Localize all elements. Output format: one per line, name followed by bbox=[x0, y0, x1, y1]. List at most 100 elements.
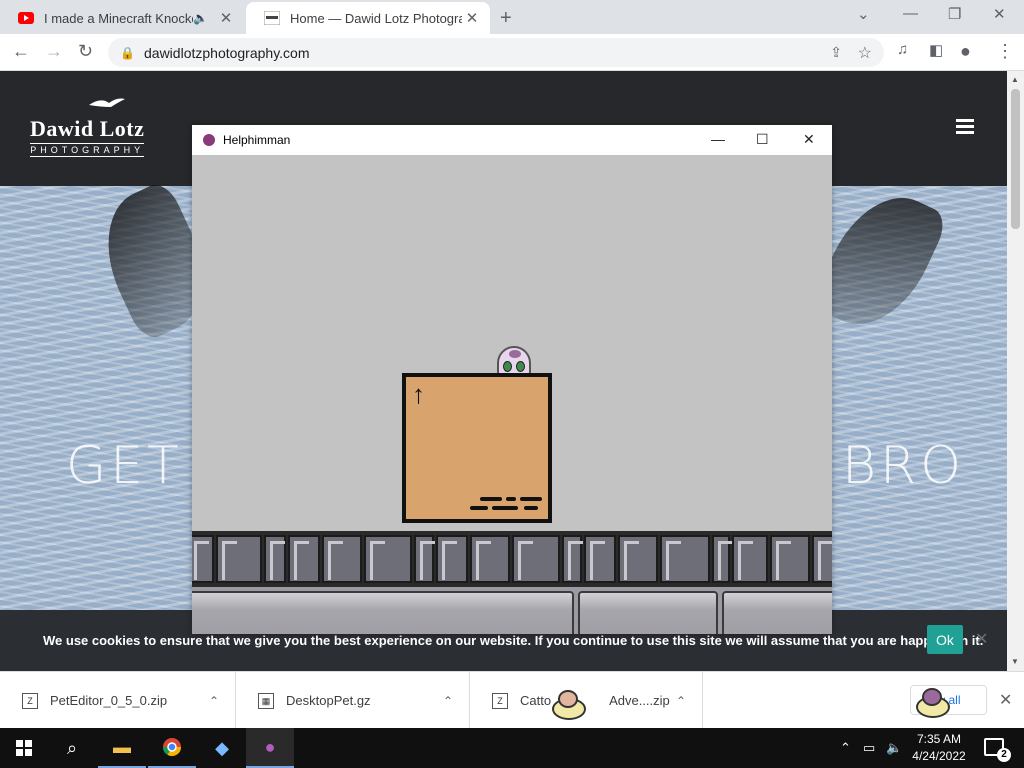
brick bbox=[618, 535, 658, 583]
scrollbar-thumb[interactable] bbox=[1011, 89, 1020, 229]
bird-logo-icon bbox=[70, 95, 144, 116]
game-close-button[interactable]: ✕ bbox=[803, 131, 815, 148]
close-tab-icon[interactable]: ✕ bbox=[462, 9, 482, 27]
floor-slab bbox=[192, 591, 574, 634]
notification-count-badge: 2 bbox=[997, 748, 1011, 762]
pet-character[interactable] bbox=[497, 346, 531, 376]
url-text[interactable]: dawidlotzphotography.com bbox=[144, 45, 310, 61]
side-panel-icon[interactable]: ◧ bbox=[929, 41, 943, 59]
brick bbox=[192, 535, 214, 583]
windows-logo-icon bbox=[16, 740, 32, 756]
box-marking bbox=[506, 497, 516, 501]
brick bbox=[414, 535, 435, 583]
logo-subtitle: PHOTOGRAPHY bbox=[30, 143, 145, 157]
scroll-down-icon[interactable]: ▼ bbox=[1011, 657, 1019, 666]
game-window[interactable]: Helphimman — ☐ ✕ ↑ bbox=[192, 125, 832, 634]
volume-icon[interactable]: 🔈 bbox=[886, 740, 902, 756]
gz-file-icon: ▦ bbox=[258, 692, 274, 709]
site-logo[interactable]: Dawid Lotz PHOTOGRAPHY bbox=[30, 95, 145, 157]
helphimman-taskbar-icon[interactable]: ● bbox=[246, 728, 294, 768]
cardboard-box[interactable]: ↑ bbox=[402, 373, 552, 523]
site-favicon-icon bbox=[264, 10, 280, 26]
speaker-icon[interactable]: 🔈 bbox=[193, 11, 208, 25]
download-filename-end: Adve....zip bbox=[609, 693, 670, 708]
chrome-icon[interactable] bbox=[148, 728, 196, 768]
hero-heading-right: BRO bbox=[842, 436, 966, 496]
game-minimize-button[interactable]: — bbox=[711, 131, 725, 147]
download-filename: DesktopPet.gz bbox=[286, 693, 371, 708]
close-downloads-icon[interactable]: ✕ bbox=[999, 690, 1012, 710]
tab-dawid-lotz[interactable]: Home — Dawid Lotz Photography ✕ bbox=[246, 2, 490, 34]
brick bbox=[660, 535, 710, 583]
desktop-pet-sheep[interactable] bbox=[548, 690, 588, 724]
clock-time: 7:35 AM bbox=[916, 732, 962, 746]
minimize-button[interactable]: — bbox=[903, 5, 918, 22]
cookie-ok-button[interactable]: Ok bbox=[927, 625, 963, 654]
brick bbox=[322, 535, 362, 583]
search-icon[interactable]: ⌕ bbox=[48, 728, 96, 768]
youtube-icon bbox=[18, 10, 34, 26]
close-window-button[interactable]: ✕ bbox=[993, 5, 1006, 23]
tab-search-icon[interactable]: ⌄ bbox=[857, 5, 870, 23]
brick bbox=[562, 535, 583, 583]
bookmark-star-icon[interactable]: ☆ bbox=[858, 43, 872, 63]
brick bbox=[470, 535, 510, 583]
game-playfield[interactable]: ↑ bbox=[192, 155, 832, 634]
box-marking bbox=[520, 497, 542, 501]
cookie-message: We use cookies to ensure that we give yo… bbox=[43, 633, 984, 648]
chevron-up-icon[interactable]: ⌃ bbox=[209, 694, 219, 708]
chevron-up-icon[interactable]: ⌃ bbox=[676, 694, 686, 708]
floor-slab bbox=[722, 591, 832, 634]
media-control-icon[interactable]: ♫ bbox=[897, 41, 908, 58]
tab-title: Home — Dawid Lotz Photography bbox=[290, 10, 462, 26]
tab-youtube[interactable]: I made a Minecraft Knockoff 🔈 ✕ bbox=[0, 2, 244, 34]
box-marking bbox=[470, 506, 488, 510]
new-tab-button[interactable]: + bbox=[500, 7, 512, 30]
system-clock[interactable]: 7:35 AM 4/24/2022 bbox=[906, 731, 972, 765]
share-icon[interactable]: ⇪ bbox=[830, 44, 842, 61]
download-item[interactable]: ▦ DesktopPet.gz ⌃ bbox=[236, 672, 470, 729]
brick bbox=[712, 535, 733, 583]
box-marking bbox=[480, 497, 502, 501]
network-icon[interactable]: ▭ bbox=[863, 740, 875, 756]
chevron-up-icon[interactable]: ⌃ bbox=[443, 694, 453, 708]
forward-icon[interactable]: → bbox=[45, 41, 63, 62]
address-bar[interactable]: 🔒 dawidlotzphotography.com ⇪ ☆ bbox=[108, 38, 884, 67]
tab-title: I made a Minecraft Knockoff bbox=[44, 10, 194, 26]
brick bbox=[288, 535, 320, 583]
hamburger-menu-icon[interactable] bbox=[956, 119, 974, 134]
start-button[interactable] bbox=[0, 728, 48, 768]
lock-icon[interactable]: 🔒 bbox=[120, 46, 135, 60]
download-item[interactable]: Z PetEditor_0_5_0.zip ⌃ bbox=[0, 672, 236, 729]
desktop-pet-sheep[interactable] bbox=[912, 688, 952, 722]
page-scrollbar[interactable]: ▲ ▼ bbox=[1007, 71, 1024, 671]
pet-eye-right bbox=[516, 361, 525, 372]
brick bbox=[364, 535, 412, 583]
close-tab-icon[interactable]: ✕ bbox=[216, 9, 236, 27]
game-window-titlebar[interactable]: Helphimman — ☐ ✕ bbox=[192, 125, 832, 155]
pet-spot bbox=[509, 350, 521, 358]
brick bbox=[770, 535, 810, 583]
pet-eye-left bbox=[503, 361, 512, 372]
brick bbox=[584, 535, 616, 583]
file-explorer-icon[interactable]: ▬ bbox=[98, 728, 146, 768]
brick bbox=[216, 535, 262, 583]
game-window-title: Helphimman bbox=[223, 133, 291, 147]
profile-avatar-icon[interactable]: ● bbox=[960, 41, 971, 62]
menu-kebab-icon[interactable]: ⋮ bbox=[996, 41, 1014, 62]
scroll-up-icon[interactable]: ▲ bbox=[1011, 75, 1019, 84]
brick bbox=[812, 535, 832, 583]
reload-icon[interactable]: ↻ bbox=[78, 41, 93, 62]
floor-slab bbox=[578, 591, 718, 634]
zip-file-icon: Z bbox=[492, 692, 508, 709]
paint-app-icon[interactable]: ◆ bbox=[198, 728, 246, 768]
cookie-close-icon[interactable]: ✕ bbox=[975, 629, 988, 649]
brick bbox=[264, 535, 286, 583]
brick bbox=[436, 535, 468, 583]
show-hidden-icons-icon[interactable]: ⌃ bbox=[840, 740, 851, 756]
restore-button[interactable]: ❐ bbox=[948, 5, 961, 23]
notification-center-icon[interactable]: 2 bbox=[984, 738, 1011, 762]
game-maximize-button[interactable]: ☐ bbox=[756, 131, 769, 148]
back-icon[interactable]: ← bbox=[12, 41, 30, 62]
box-marking bbox=[492, 506, 518, 510]
